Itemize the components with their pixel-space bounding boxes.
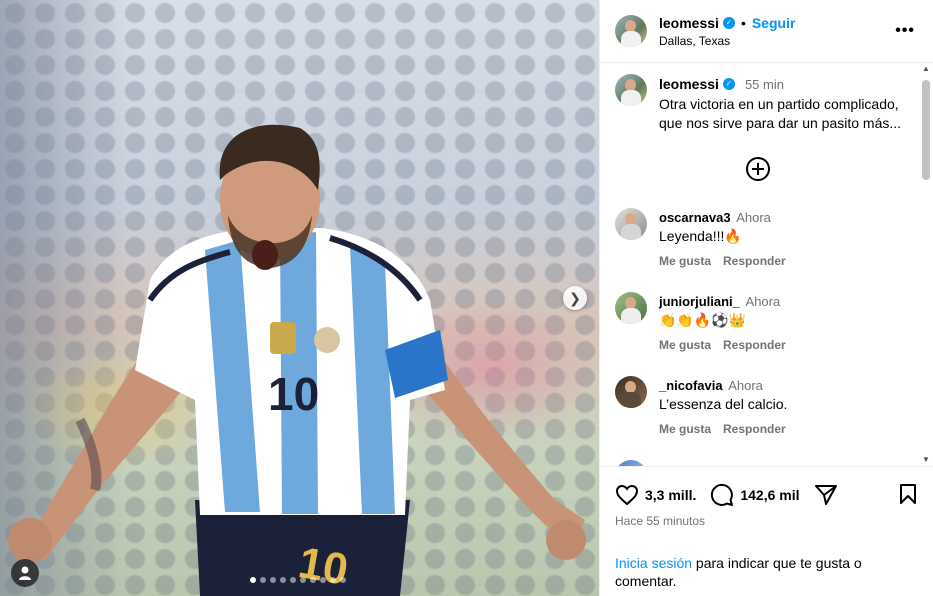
avatar[interactable] [615, 74, 647, 106]
comment-text: 👏👏🔥⚽👑 [659, 312, 747, 328]
comment-username[interactable]: juniorjuliani_ [659, 294, 740, 309]
share-action[interactable] [814, 484, 838, 506]
user-icon [19, 566, 31, 580]
avatar[interactable] [615, 292, 647, 324]
carousel-dot [250, 577, 256, 583]
comment-username[interactable]: oscarnava3 [659, 210, 731, 225]
caption-username[interactable]: leomessi [659, 76, 719, 92]
jersey-number: 10 [268, 368, 319, 420]
comment-icon [711, 483, 734, 506]
like-action[interactable]: 3,3 mill. [615, 484, 696, 506]
comment-reply-button[interactable]: Responder [723, 254, 786, 268]
carousel-dot [320, 577, 326, 583]
caption-time[interactable]: 55 min [745, 77, 784, 92]
tagged-users-button[interactable] [11, 559, 39, 587]
avatar[interactable] [615, 376, 647, 408]
comment-like-button[interactable]: Me gusta [659, 422, 711, 436]
heart-icon [615, 484, 639, 506]
post-side-panel: leomessi ✓ • Seguir Dallas, Texas ••• le… [599, 0, 933, 596]
carousel-dot [330, 577, 336, 583]
next-slide-button[interactable]: ❯ [563, 286, 587, 310]
comment-item: juniorjuliani_ Ahora 👏👏🔥⚽👑 Me gusta Resp… [615, 292, 915, 372]
carousel-dot [310, 577, 316, 583]
comment-text: Leyenda!!!🔥 [659, 228, 742, 244]
share-icon [814, 485, 837, 505]
load-more-comments-button[interactable] [746, 157, 770, 181]
carousel-indicator [250, 577, 346, 583]
scroll-thumb[interactable] [922, 80, 930, 180]
comment-action[interactable]: 142,6 mil [710, 483, 800, 507]
likes-count[interactable]: 3,3 mill. [645, 487, 696, 503]
carousel-dot [290, 577, 296, 583]
comment-like-button[interactable]: Me gusta [659, 254, 711, 268]
follow-button[interactable]: Seguir [752, 15, 796, 31]
comment-reply-button[interactable]: Responder [723, 338, 786, 352]
post-footer: 3,3 mill. 142,6 mil Hace 55 minutos Inic… [600, 466, 933, 596]
post-location[interactable]: Dallas, Texas [659, 34, 730, 48]
carousel-dot [300, 577, 306, 583]
comment-time: Ahora [736, 210, 771, 225]
shorts-number: 10 [295, 538, 352, 595]
caption-text: Otra victoria en un partido complicado, … [659, 96, 902, 131]
save-button[interactable] [898, 483, 918, 508]
comment-item: oscarnava3 Ahora Leyenda!!!🔥 Me gusta Re… [615, 208, 915, 288]
carousel-dot [340, 577, 346, 583]
comment-time: Ahora [728, 378, 763, 393]
comments-count[interactable]: 142,6 mil [740, 487, 799, 503]
avatar[interactable] [615, 15, 647, 47]
bookmark-icon [900, 484, 916, 504]
comments-list[interactable]: leomessi ✓ 55 min Otra victoria en un pa… [600, 64, 933, 466]
comment-time: Ahora [745, 294, 781, 309]
carousel-dot [260, 577, 266, 583]
author-username[interactable]: leomessi [659, 15, 719, 31]
post-timestamp[interactable]: Hace 55 minutos [615, 514, 705, 528]
scroll-up-icon[interactable]: ▲ [922, 64, 930, 73]
comment-like-button[interactable]: Me gusta [659, 338, 711, 352]
separator: • [740, 15, 746, 31]
avatar[interactable] [615, 208, 647, 240]
post-media[interactable]: 10 10 ❯ [0, 0, 599, 596]
player-image: 10 10 [8, 124, 586, 596]
comment-text: L’essenza del calcio. [659, 396, 788, 412]
scroll-down-icon[interactable]: ▼ [922, 455, 930, 464]
comment-username[interactable]: _nicofavia [659, 378, 723, 393]
verified-badge-icon: ✓ [722, 17, 735, 29]
login-prompt: Inicia sesión para indicar que te gusta … [615, 554, 905, 590]
comment-reply-button[interactable]: Responder [723, 422, 786, 436]
verified-badge-icon: ✓ [722, 78, 735, 90]
post-header: leomessi ✓ • Seguir Dallas, Texas ••• [600, 0, 933, 63]
comment-item: _nicofavia Ahora L’essenza del calcio. M… [615, 376, 915, 456]
login-link[interactable]: Inicia sesión [615, 555, 692, 571]
comments-scrollbar[interactable]: ▲ ▼ [921, 64, 931, 466]
carousel-dot [270, 577, 276, 583]
more-options-button[interactable]: ••• [895, 22, 915, 40]
carousel-dot [280, 577, 286, 583]
